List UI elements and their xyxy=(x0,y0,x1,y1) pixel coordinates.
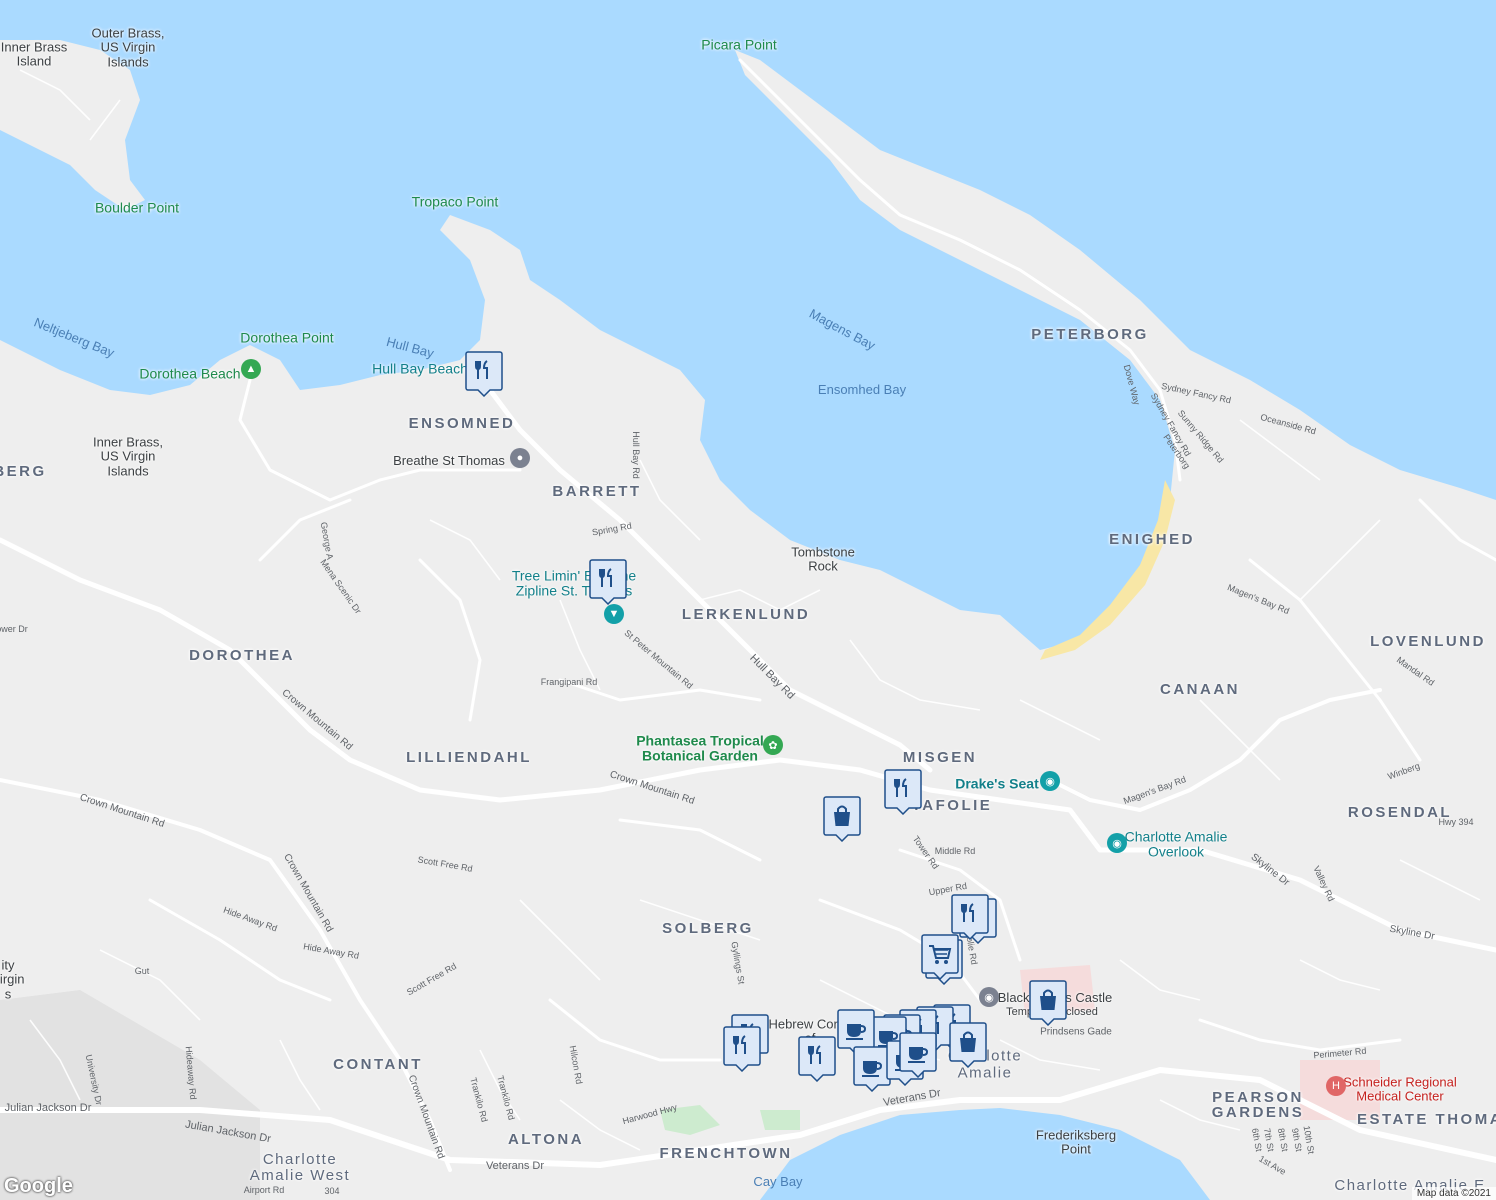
google-logo: Google xyxy=(4,1175,73,1197)
place-inner-brass: Inner Brass, US Virgin Islands xyxy=(92,434,164,479)
grocery-icon xyxy=(921,934,959,980)
area-charlotte-amalie-west-2: Amalie West xyxy=(249,1166,351,1184)
area-ensomned: ENSOMNED xyxy=(408,414,516,432)
street-frangipani: Frangipani Rd xyxy=(540,677,598,688)
area-peterborg: PETERBORG xyxy=(1031,325,1149,343)
map-canvas[interactable]: PETERBORG ENIGHED LOVENLUND CANAAN ROSEN… xyxy=(0,0,1496,1200)
place-frederiksberg-point[interactable]: Frederiksberg Point xyxy=(1036,1128,1116,1158)
place-picara-point[interactable]: Picara Point xyxy=(701,36,776,52)
shopping-icon xyxy=(823,796,861,842)
harbor-water xyxy=(760,1108,1210,1200)
area-lilliendahl: LILLIENDAHL xyxy=(406,748,532,766)
place-schneider[interactable]: Schneider Regional Medical Center xyxy=(1343,1075,1456,1105)
water-cay-bay: Cay Bay xyxy=(753,1173,803,1189)
map-attribution[interactable]: Map data ©2021 xyxy=(1411,1187,1496,1200)
place-dorothea-beach[interactable]: Dorothea Beach xyxy=(139,365,240,381)
restaurant-icon xyxy=(798,1036,836,1082)
tree-icon[interactable]: ▲ xyxy=(241,359,261,379)
restaurant-pin[interactable] xyxy=(589,559,627,605)
camera-icon[interactable]: ◉ xyxy=(1040,771,1060,791)
area-contant: CONTANT xyxy=(333,1055,423,1073)
hospital-icon[interactable]: H xyxy=(1326,1076,1346,1096)
park-area xyxy=(760,1110,800,1130)
magens-bay-rd xyxy=(1048,688,1382,812)
area-frenchtown: FRENCHTOWN xyxy=(659,1144,793,1162)
place-phantasea[interactable]: Phantasea Tropical Botanical Garden xyxy=(636,733,764,765)
area-rosendal: ROSENDAL xyxy=(1347,803,1453,821)
area-gardens: GARDENS xyxy=(1211,1103,1305,1121)
restaurant-pin[interactable] xyxy=(798,1036,836,1082)
flower-icon[interactable]: ✿ xyxy=(763,735,783,755)
shopping-icon xyxy=(1029,980,1067,1026)
area-dorothea: DOROTHEA xyxy=(189,646,295,664)
shopping-icon xyxy=(949,1022,987,1068)
area-misgen: MISGEN xyxy=(902,748,978,766)
camera-icon[interactable]: ◉ xyxy=(979,987,999,1007)
street-gut: Gut xyxy=(134,966,150,977)
place-drakes-seat[interactable]: Drake's Seat xyxy=(955,775,1039,791)
area-berg: BERG xyxy=(0,462,47,480)
restaurant-pin[interactable] xyxy=(465,351,503,397)
shopping-pin[interactable] xyxy=(823,796,861,842)
area-altona: ALTONA xyxy=(507,1130,585,1148)
camera-icon[interactable]: ◉ xyxy=(1107,833,1127,853)
street-ower-dr: ower Dr xyxy=(0,624,28,635)
location-icon[interactable]: ● xyxy=(510,448,530,468)
dorothea-road xyxy=(238,378,522,502)
street-304: 304 xyxy=(324,1186,340,1197)
place-inner-brass-island: Inner Brass Island xyxy=(0,39,68,69)
restaurant-icon xyxy=(884,769,922,815)
cafe-pin[interactable] xyxy=(899,1032,937,1078)
area-tafolie: TAFOLIE xyxy=(911,796,993,814)
area-canaan: CANAAN xyxy=(1160,680,1240,698)
area-solberg: SOLBERG xyxy=(662,919,754,937)
place-dorothea-point[interactable]: Dorothea Point xyxy=(240,329,333,345)
restaurant-icon xyxy=(465,351,503,397)
zipline-icon[interactable]: ▼ xyxy=(604,604,624,624)
place-breathe[interactable]: Breathe St Thomas xyxy=(393,453,505,468)
local-road xyxy=(148,498,1496,1062)
street-airport: Airport Rd xyxy=(243,1185,285,1196)
restaurant-pin[interactable] xyxy=(723,1026,761,1072)
place-tombstone-rock[interactable]: Tombstone Rock xyxy=(791,545,855,575)
street-veterans-1: Veterans Dr xyxy=(485,1159,545,1172)
street-julian-1: Julian Jackson Dr xyxy=(4,1101,92,1114)
street-hwy394: Hwy 394 xyxy=(1438,817,1474,828)
area-lovenlund: LOVENLUND xyxy=(1370,632,1486,650)
street-hull-bay-rd-1: Hull Bay Rd xyxy=(630,431,641,479)
cafe-icon xyxy=(899,1032,937,1078)
place-university[interactable]: ity Virgin s xyxy=(0,958,25,1002)
place-tropaco-point[interactable]: Tropaco Point xyxy=(412,193,499,209)
grocery-pin[interactable] xyxy=(921,934,959,980)
area-estate-thomas: ESTATE THOMA xyxy=(1356,1110,1496,1128)
place-ca-overlook[interactable]: Charlotte Amalie Overlook xyxy=(1125,829,1228,861)
shopping-pin[interactable] xyxy=(949,1022,987,1068)
sea-area xyxy=(0,0,1496,650)
shopping-pin[interactable] xyxy=(1029,980,1067,1026)
area-barrett: BARRETT xyxy=(552,482,642,500)
place-hull-bay-beach[interactable]: Hull Bay Beach xyxy=(372,360,468,376)
restaurant-icon xyxy=(589,559,627,605)
area-enighed: ENIGHED xyxy=(1109,530,1195,548)
street-middle: Middle Rd xyxy=(934,846,976,857)
water-ensomhed-bay: Ensomhed Bay xyxy=(817,381,907,397)
area-lerkenlund: LERKENLUND xyxy=(681,605,811,623)
place-outer-brass: Outer Brass, US Virgin Islands xyxy=(91,25,165,70)
street-prindsens: Prindsens Gade xyxy=(1040,1026,1112,1038)
restaurant-pin[interactable] xyxy=(884,769,922,815)
airport-area xyxy=(0,990,260,1200)
restaurant-icon xyxy=(723,1026,761,1072)
place-boulder-point[interactable]: Boulder Point xyxy=(95,199,179,215)
